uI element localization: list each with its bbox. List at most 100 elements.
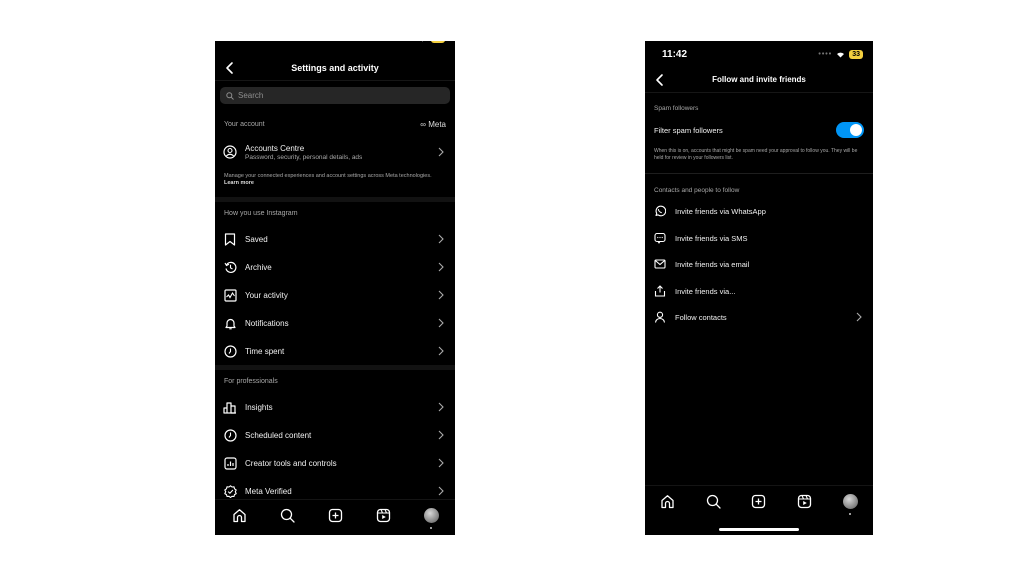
chevron-right-icon <box>438 290 444 300</box>
learn-more-link[interactable]: Learn more <box>224 180 254 186</box>
tab-search[interactable] <box>705 494 721 510</box>
settings-item-archive[interactable]: Archive <box>215 254 455 280</box>
nav-bar: Follow and invite friends <box>645 67 873 93</box>
chevron-right-icon <box>438 430 444 440</box>
invite-email-row[interactable]: Invite friends via email <box>645 251 873 277</box>
follow-and-invite-friends-screen: 11:42 •••• 33 Follow and invite friends … <box>645 41 873 535</box>
signal-icon: •••• <box>400 41 414 42</box>
search-icon <box>706 494 721 509</box>
account-circle-icon <box>223 145 237 159</box>
settings-item-creator-tools[interactable]: Creator tools and controls <box>215 450 455 476</box>
chevron-right-icon <box>856 312 862 322</box>
create-icon <box>328 508 342 523</box>
page-title: Follow and invite friends <box>712 75 806 84</box>
search-bar[interactable] <box>220 87 450 104</box>
section-divider <box>645 173 873 174</box>
chevron-right-icon <box>438 318 444 328</box>
settings-item-your-activity[interactable]: Your activity <box>215 282 455 308</box>
settings-item-notifications[interactable]: Notifications <box>215 310 455 336</box>
bell-icon <box>223 316 237 330</box>
spam-filter-note: When this is on, accounts that might be … <box>654 148 858 161</box>
accounts-centre-subtitle: Password, security, personal details, ad… <box>245 153 363 161</box>
home-indicator <box>719 528 799 531</box>
meta-logo: ∞ Meta <box>420 120 446 129</box>
settings-item-insights[interactable]: Insights <box>215 394 455 420</box>
home-icon <box>661 495 674 509</box>
reels-icon <box>376 508 390 523</box>
signal-icon: •••• <box>818 51 833 58</box>
chevron-right-icon <box>438 402 444 412</box>
section-divider <box>215 197 455 202</box>
chevron-right-icon <box>438 262 444 272</box>
status-time: 10:08 <box>232 41 258 44</box>
chevron-right-icon <box>438 458 444 468</box>
invite-sms-row[interactable]: Invite friends via SMS <box>645 225 873 251</box>
wifi-icon <box>422 41 424 42</box>
tab-home[interactable] <box>231 508 247 524</box>
settings-item-time-spent[interactable]: Time spent <box>215 338 455 364</box>
nav-bar: Settings and activity <box>215 55 455 81</box>
creator-tools-icon <box>223 456 237 470</box>
chevron-right-icon <box>438 346 444 356</box>
tab-profile[interactable] <box>842 494 858 515</box>
clock-icon <box>223 428 237 442</box>
tab-create[interactable] <box>751 494 767 510</box>
archive-icon <box>223 260 237 274</box>
status-time: 11:42 <box>662 49 688 60</box>
tab-home[interactable] <box>660 494 676 510</box>
profile-avatar <box>842 494 858 509</box>
search-icon <box>226 91 234 100</box>
share-icon <box>653 284 667 298</box>
invite-share-row[interactable]: Invite friends via... <box>645 278 873 304</box>
battery-indicator: 88 <box>431 41 445 43</box>
active-tab-dot <box>849 512 852 515</box>
section-label-your-account: Your account <box>224 121 265 128</box>
accounts-centre-row[interactable]: Accounts Centre Password, security, pers… <box>215 137 455 167</box>
chevron-right-icon <box>438 147 444 157</box>
chevron-right-icon <box>438 486 444 496</box>
toggle-knob <box>850 124 862 136</box>
status-bar: 11:42 •••• 33 <box>645 45 873 65</box>
invite-whatsapp-row[interactable]: Invite friends via WhatsApp <box>645 198 873 224</box>
profile-avatar <box>423 508 439 523</box>
verified-badge-icon <box>223 484 237 498</box>
accounts-centre-note: Manage your connected experiences and ac… <box>224 173 432 186</box>
search-input[interactable] <box>238 91 418 100</box>
tab-create[interactable] <box>327 508 343 524</box>
settings-item-scheduled-content[interactable]: Scheduled content <box>215 422 455 448</box>
activity-icon <box>223 288 237 302</box>
back-arrow-icon[interactable] <box>653 73 667 87</box>
bookmark-icon <box>223 232 237 246</box>
home-icon <box>232 509 246 523</box>
tab-search[interactable] <box>279 508 295 524</box>
tab-reels[interactable] <box>797 494 813 510</box>
chevron-right-icon <box>438 234 444 244</box>
clock-icon <box>223 344 237 358</box>
active-tab-dot <box>430 526 432 529</box>
section-label-spam-followers: Spam followers <box>654 105 699 112</box>
email-icon <box>653 257 667 271</box>
back-arrow-icon[interactable] <box>223 61 237 75</box>
bottom-tab-bar <box>215 499 455 531</box>
reels-icon <box>797 494 812 509</box>
bar-chart-icon <box>223 400 237 414</box>
create-icon <box>752 494 766 509</box>
tab-profile[interactable] <box>423 508 439 529</box>
follow-contacts-row[interactable]: Follow contacts <box>645 304 873 330</box>
page-title: Settings and activity <box>291 62 379 73</box>
settings-item-saved[interactable]: Saved <box>215 226 455 252</box>
section-label-for-professionals: For professionals <box>224 378 278 385</box>
tab-reels[interactable] <box>375 508 391 524</box>
settings-and-activity-screen: 10:08 •••• 88 Settings and activity Your… <box>215 41 455 535</box>
accounts-centre-title: Accounts Centre <box>245 143 305 153</box>
search-icon <box>280 508 295 523</box>
person-icon <box>653 310 667 324</box>
status-bar: 10:08 •••• 88 <box>215 41 455 49</box>
filter-spam-toggle[interactable] <box>836 122 864 138</box>
sms-icon <box>653 231 667 245</box>
battery-indicator: 33 <box>849 50 863 59</box>
whatsapp-icon <box>653 204 667 218</box>
section-divider <box>215 365 455 370</box>
wifi-icon <box>837 52 845 58</box>
section-label-contacts: Contacts and people to follow <box>654 187 740 194</box>
